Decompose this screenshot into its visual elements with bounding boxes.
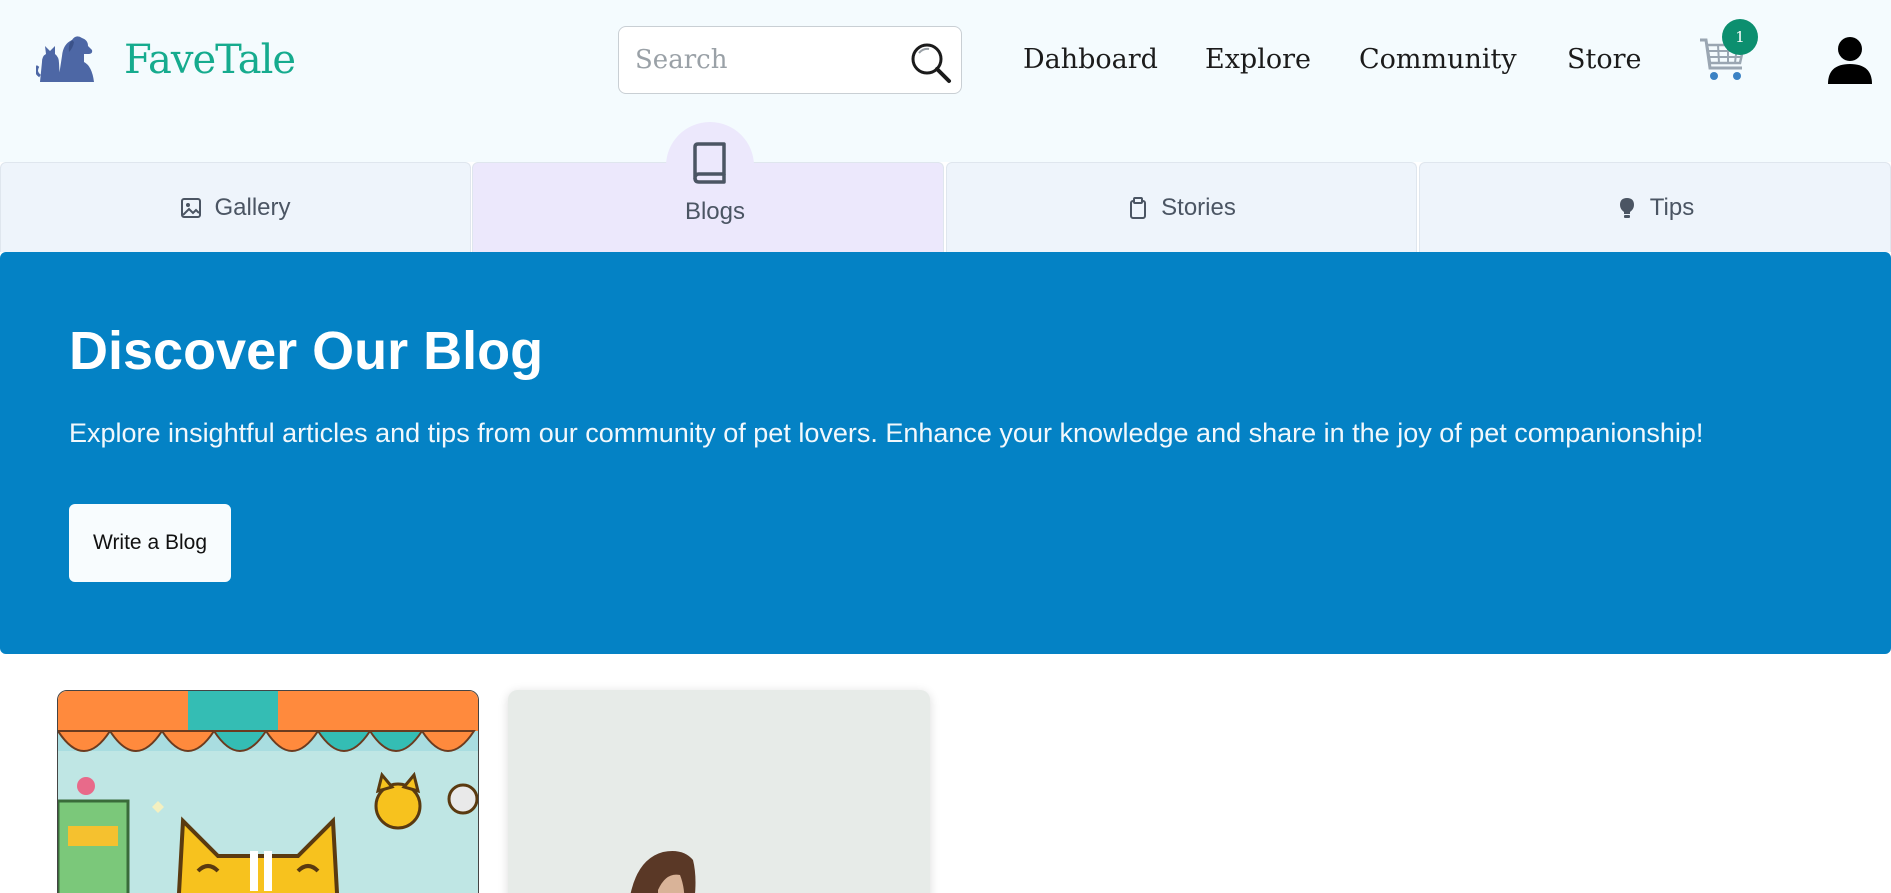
tab-tips-label: Tips [1649, 193, 1695, 221]
search-box[interactable] [618, 26, 962, 94]
brand-logo[interactable]: FaveTale [36, 32, 296, 84]
tab-stories[interactable]: Stories [946, 162, 1417, 252]
hero-subtitle: Explore insightful articles and tips fro… [69, 418, 1704, 448]
nav-store[interactable]: Store [1567, 36, 1642, 84]
nav-community[interactable]: Community [1359, 36, 1517, 84]
book-icon[interactable] [690, 142, 730, 184]
tab-blogs-label[interactable]: Blogs [660, 198, 770, 226]
content-tabs: Gallery Stories Tips [0, 162, 1891, 252]
cartoon-cat-pet-shop-image[interactable] [58, 691, 479, 893]
blog-card[interactable] [57, 690, 479, 893]
search-icon[interactable] [909, 41, 953, 85]
tab-tips[interactable]: Tips [1419, 162, 1891, 252]
tab-stories-label: Stories [1161, 193, 1236, 221]
clipboard-icon [1130, 196, 1147, 219]
search-input[interactable] [635, 37, 895, 83]
blog-hero-banner: Discover Our Blog Explore insightful art… [0, 252, 1891, 654]
lightbulb-icon [1619, 197, 1634, 218]
user-icon[interactable] [1826, 36, 1874, 84]
hero-title: Discover Our Blog [69, 321, 544, 381]
tab-gallery[interactable]: Gallery [0, 162, 471, 252]
site-header: FaveTale Dahboard Explore Community Stor… [0, 0, 1891, 162]
tab-gallery-label: Gallery [214, 193, 291, 221]
write-blog-button[interactable]: Write a Blog [69, 504, 231, 582]
brand-name[interactable]: FaveTale [124, 32, 296, 88]
person-photo-image[interactable] [508, 690, 930, 893]
cart-count-badge[interactable]: 1 [1722, 19, 1758, 55]
blog-card[interactable] [508, 690, 930, 893]
pets-logo-icon [36, 36, 94, 82]
nav-dashboard[interactable]: Dahboard [1023, 36, 1158, 84]
image-icon [181, 197, 202, 218]
nav-explore[interactable]: Explore [1205, 36, 1311, 84]
